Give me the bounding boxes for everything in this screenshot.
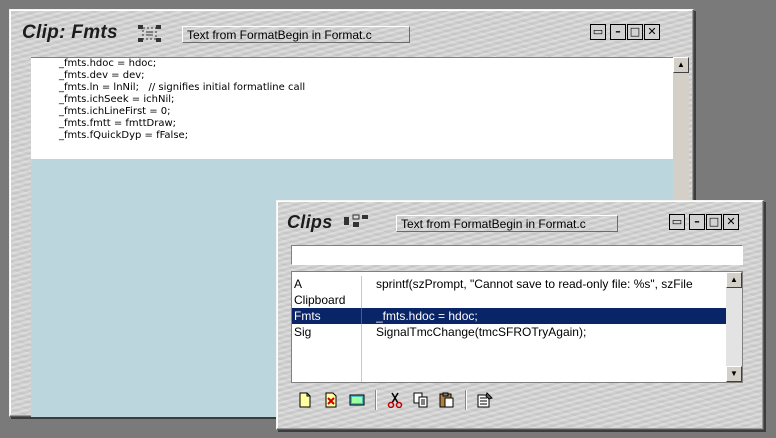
clip-description: Text from FormatBegin in Format.c [182,26,410,43]
clips-window: Clips Text from FormatBegin in Format.c … [276,200,764,430]
clip-text-area[interactable]: _fmts.hdoc = hdoc; _fmts.dev = dev; _fmt… [31,57,673,159]
code-line: _fmts.ichSeek = ichNil; [59,94,175,105]
list-item[interactable]: Sig SignalTmcChange(tmcSFROTryAgain); [292,324,742,340]
list-column-divider [361,340,362,382]
clip-name: A [294,277,303,291]
multi-clip-icon [137,24,163,49]
code-line: _fmts.dev = dev; [59,70,145,81]
clip-text: sprintf(szPrompt, "Cannot save to read-o… [376,277,693,291]
code-line: _fmts.fmtt = fmttDraw; [59,118,177,129]
clip-name-input[interactable] [291,245,743,265]
edit-clip-icon[interactable] [347,390,367,410]
clips-toolbar [295,389,501,411]
clip-window-controls: ▭ – □ ✕ [590,24,660,40]
maximize-button[interactable]: □ [706,214,722,230]
clip-text: SignalTmcChange(tmcSFROTryAgain); [376,325,587,339]
cut-icon[interactable] [385,390,405,410]
scroll-down-button[interactable]: ▼ [726,366,742,382]
restore-button[interactable]: ▭ [669,214,685,230]
close-button[interactable]: ✕ [723,214,739,230]
paste-icon[interactable] [437,390,457,410]
toolbar-separator [375,390,377,410]
maximize-button[interactable]: □ [627,24,643,40]
scroll-up-button[interactable]: ▲ [726,272,742,288]
clips-icon [343,214,369,233]
minimize-button[interactable]: – [610,24,626,40]
clip-name: Clipboard [294,293,346,307]
clip-text: _fmts.hdoc = hdoc; [376,309,478,323]
list-scrollbar[interactable]: ▲ ▼ [726,272,742,382]
list-item[interactable]: A sprintf(szPrompt, "Cannot save to read… [292,276,742,292]
code-line: _fmts.hdoc = hdoc; [59,58,157,69]
scroll-up-button[interactable]: ▲ [673,57,689,73]
clips-window-title: Clips [287,212,333,232]
copy-icon[interactable] [411,390,431,410]
code-line: _fmts.fQuickDyp = fFalse; [59,130,189,141]
restore-button[interactable]: ▭ [590,24,606,40]
toolbar-separator [465,390,467,410]
delete-clip-icon[interactable] [321,390,341,410]
code-line: _fmts.ln = lnNil; // signifies initial f… [59,82,306,93]
clips-description: Text from FormatBegin in Format.c [396,215,618,232]
properties-icon[interactable] [475,390,495,410]
list-item-selected[interactable]: Fmts _fmts.hdoc = hdoc; [292,308,742,324]
list-item[interactable]: Clipboard [292,292,742,308]
clips-list[interactable]: A sprintf(szPrompt, "Cannot save to read… [291,271,743,383]
minimize-button[interactable]: – [689,214,705,230]
new-clip-icon[interactable] [295,390,315,410]
clip-name: Fmts [294,309,321,323]
clip-name: Sig [294,325,312,339]
close-button[interactable]: ✕ [644,24,660,40]
code-line: _fmts.ichLineFirst = 0; [59,106,171,117]
clips-window-controls: ▭ – □ ✕ [669,214,739,230]
clip-window-title: Clip: Fmts [22,22,118,43]
